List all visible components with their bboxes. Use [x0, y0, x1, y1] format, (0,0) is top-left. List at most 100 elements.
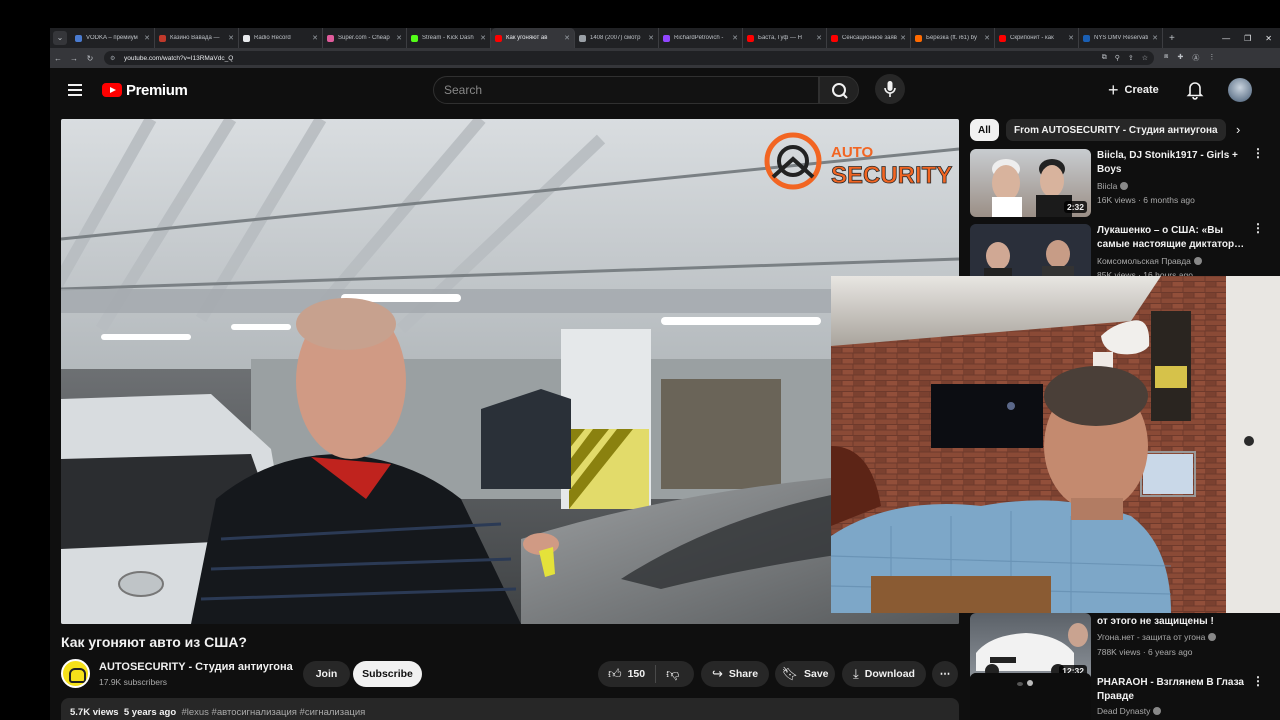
logo-text: Premium: [126, 81, 188, 99]
save-button[interactable]: 🔖︎ Save: [775, 661, 835, 687]
microphone-icon: [884, 81, 896, 97]
dislike-icon[interactable]: 👎︎: [666, 666, 679, 682]
share-page-icon[interactable]: ⇪: [1128, 54, 1134, 62]
search-button[interactable]: [819, 76, 859, 104]
video-thumbnail[interactable]: 2:32: [970, 149, 1091, 217]
streamer-webcam-overlay: [831, 276, 1280, 613]
profile-icon[interactable]: Ⓐ: [1192, 53, 1199, 63]
account-avatar[interactable]: [1228, 78, 1252, 102]
url-text: youtube.com/watch?v=I13RMaVdc_Q: [124, 54, 234, 62]
zoom-icon[interactable]: ⚲: [1115, 54, 1120, 62]
tab-favicon-icon: [831, 34, 838, 42]
recommendation-item[interactable]: 2:32 Biicla, DJ Stonik1917 - Girls + Boy…: [970, 147, 1270, 219]
browser-tab[interactable]: RichardPetrovich - ✕: [659, 28, 743, 48]
share-icon: ↪: [711, 666, 723, 681]
chip-all[interactable]: All: [970, 119, 999, 141]
like-icon[interactable]: 👍︎: [608, 666, 622, 682]
more-vertical-icon[interactable]: ⋮: [1252, 147, 1264, 159]
tab-favicon-icon: [327, 34, 334, 42]
share-button[interactable]: ↪ Share: [701, 661, 769, 687]
tab-close-icon[interactable]: ✕: [648, 34, 654, 42]
chevron-right-icon[interactable]: ›: [1236, 122, 1240, 137]
minimize-icon[interactable]: —: [1222, 34, 1230, 43]
tab-close-icon[interactable]: ✕: [312, 34, 318, 42]
forward-icon[interactable]: →: [66, 54, 82, 63]
tab-close-icon[interactable]: ✕: [732, 34, 738, 42]
extension-icon[interactable]: ⧈: [1164, 53, 1168, 63]
browser-tab[interactable]: Super.com - Cheap ✕: [323, 28, 407, 48]
new-tab-button[interactable]: +: [1169, 33, 1175, 44]
more-actions-button[interactable]: ⋯: [932, 661, 958, 687]
browser-tab[interactable]: Скрипонит - как ✕: [995, 28, 1079, 48]
browser-tab[interactable]: 1408 (2007) смотр ✕: [575, 28, 659, 48]
tab-favicon-icon: [579, 34, 586, 42]
maximize-icon[interactable]: ❐: [1244, 34, 1251, 43]
rec-title[interactable]: PHARAOH - Взглянем В Глаза Правде: [1097, 676, 1247, 704]
tab-close-icon[interactable]: ✕: [1152, 34, 1158, 42]
channel-avatar[interactable]: [61, 659, 90, 688]
browser-toolbar: ← → ↻ ⚙ youtube.com/watch?v=I13RMaVdc_Q …: [50, 48, 1280, 68]
tab-search-button[interactable]: ⌄: [53, 31, 67, 45]
search-input[interactable]: Search: [433, 76, 819, 104]
reload-icon[interactable]: ↻: [82, 54, 98, 63]
browser-tab[interactable]: Radio Record ✕: [239, 28, 323, 48]
hashtags[interactable]: #lexus #автосигнализация #сигнализация: [181, 707, 365, 718]
chip-from-channel[interactable]: From AUTOSECURITY - Студия антиугона: [1006, 119, 1226, 141]
tab-close-icon[interactable]: ✕: [1068, 34, 1074, 42]
address-bar[interactable]: ⚙ youtube.com/watch?v=I13RMaVdc_Q ⧉ ⚲ ⇪ …: [104, 51, 1154, 65]
subscriber-count: 17.9K subscribers: [99, 677, 168, 687]
voice-search-button[interactable]: [875, 74, 905, 104]
rec-title[interactable]: Biicla, DJ Stonik1917 - Girls + Boys: [1097, 149, 1247, 177]
more-vertical-icon[interactable]: ⋮: [1252, 675, 1264, 687]
tab-close-icon[interactable]: ✕: [816, 34, 822, 42]
youtube-premium-logo[interactable]: Premium: [102, 81, 188, 99]
create-button[interactable]: + Create: [1108, 76, 1159, 104]
menu-kebab-icon[interactable]: ⋮: [1208, 53, 1215, 63]
video-player[interactable]: AUTO SECURITY: [61, 119, 959, 624]
rec-channel-name: Угона.нет - защита от угона: [1097, 632, 1206, 642]
tab-close-icon[interactable]: ✕: [228, 34, 234, 42]
recommendation-item[interactable]: PHARAOH - Взглянем В Глаза Правде Dead D…: [970, 673, 1270, 720]
desktop-frame: ⌄ VODKA – премиум ✕ Казино Вавада — ✕ Radio…: [0, 0, 1280, 720]
download-button[interactable]: ⤓ Download: [842, 661, 926, 687]
browser-tab[interactable]: Казино Вавада — ✕: [155, 28, 239, 48]
join-button[interactable]: Join: [303, 661, 350, 687]
tab-close-icon[interactable]: ✕: [984, 34, 990, 42]
tab-favicon-icon: [663, 34, 670, 42]
close-window-icon[interactable]: ✕: [1265, 34, 1272, 43]
tab-close-icon[interactable]: ✕: [480, 34, 486, 42]
video-thumbnail[interactable]: [970, 673, 1091, 720]
subscribe-button[interactable]: Subscribe: [353, 661, 422, 687]
create-label: Create: [1124, 84, 1159, 96]
channel-name[interactable]: AUTOSECURITY - Студия антиугона: [99, 661, 293, 673]
browser-tab[interactable]: VODKA – премиум ✕: [71, 28, 155, 48]
back-icon[interactable]: ←: [50, 54, 66, 63]
browser-tab[interactable]: Сенсационное заяв ✕: [827, 28, 911, 48]
open-in-app-icon[interactable]: ⧉: [1102, 54, 1107, 62]
browser-tab[interactable]: Березка (ft. i61) by ✕: [911, 28, 995, 48]
bookmark-star-icon[interactable]: ☆: [1142, 54, 1148, 62]
browser-tab[interactable]: Баста, Гуф — Н ✕: [743, 28, 827, 48]
rec-title[interactable]: от этого не защищены !: [1097, 615, 1247, 629]
browser-tab[interactable]: Как угоняют ав ✕: [491, 28, 575, 48]
hamburger-menu-icon[interactable]: [68, 84, 82, 96]
tab-title: RichardPetrovich -: [674, 35, 724, 41]
tab-close-icon[interactable]: ✕: [396, 34, 402, 42]
verified-icon: [1153, 707, 1162, 715]
more-vertical-icon[interactable]: ⋮: [1252, 222, 1264, 234]
like-count[interactable]: 150: [628, 668, 646, 680]
browser-tab[interactable]: NYS DMV Reservati ✕: [1079, 28, 1163, 48]
browser-tab[interactable]: Stream - Kick Dash ✕: [407, 28, 491, 48]
site-info-icon[interactable]: ⚙: [110, 55, 118, 62]
notifications-bell-icon[interactable]: [1186, 80, 1204, 100]
description-box[interactable]: 5.7K views 5 years ago #lexus #автосигна…: [61, 698, 959, 720]
rec-title[interactable]: Лукашенко – о США: «Вы самые настоящие д…: [1097, 224, 1247, 252]
extensions-puzzle-icon[interactable]: ✚: [1177, 53, 1183, 63]
video-thumbnail[interactable]: 12:32: [970, 613, 1091, 681]
tab-close-icon[interactable]: ✕: [564, 34, 570, 42]
tab-favicon-icon: [411, 34, 418, 42]
tab-close-icon[interactable]: ✕: [144, 34, 150, 42]
tab-close-icon[interactable]: ✕: [900, 34, 906, 42]
tab-title: 1408 (2007) смотр: [590, 35, 641, 41]
upload-age: 5 years ago: [123, 707, 177, 718]
